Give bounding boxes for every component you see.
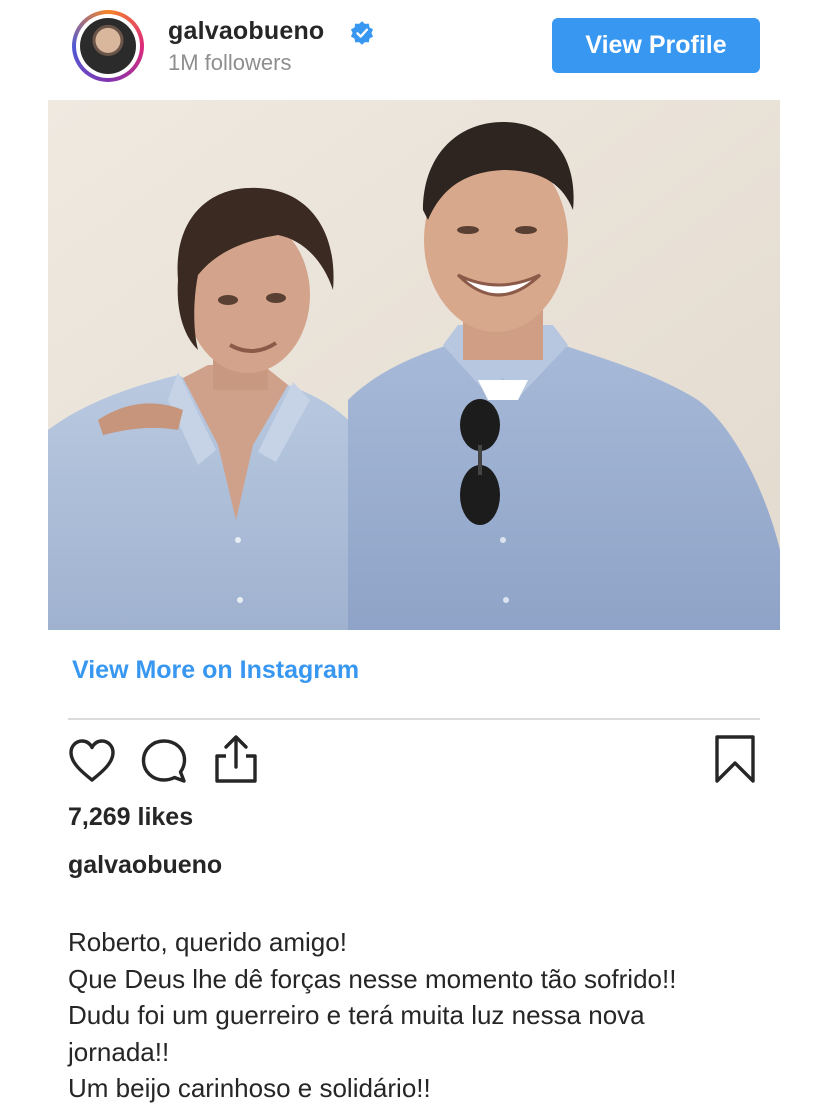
caption-username[interactable]: galvaobueno <box>68 851 222 880</box>
view-profile-button[interactable]: View Profile <box>552 18 760 73</box>
share-icon[interactable] <box>212 734 260 784</box>
caption-line: Um beijo carinhoso e solidário!! <box>68 1073 431 1103</box>
post-caption: Roberto, querido amigo! Que Deus lhe dê … <box>68 924 788 1105</box>
post-photo[interactable] <box>48 100 780 630</box>
caption-line: jornada!! <box>68 1036 170 1067</box>
profile-username[interactable]: galvaobueno <box>168 17 324 46</box>
caption-line: Que Deus lhe dê forças nesse momento tão… <box>68 963 677 994</box>
like-count[interactable]: 7,269 likes <box>68 803 193 832</box>
post-image <box>48 100 780 630</box>
avatar <box>80 18 136 74</box>
instagram-embed: galvaobueno 1M followers View Profile Vi… <box>0 0 828 1105</box>
divider <box>68 718 760 720</box>
caption-line: Roberto, querido amigo! <box>68 927 347 957</box>
post-header: galvaobueno 1M followers View Profile <box>0 0 828 96</box>
follower-count: 1M followers <box>168 50 292 75</box>
heart-icon[interactable] <box>68 738 116 784</box>
verified-badge-icon <box>350 21 374 45</box>
view-more-on-instagram-link[interactable]: View More on Instagram <box>72 656 359 685</box>
comment-bubble-icon[interactable] <box>140 738 188 784</box>
bookmark-icon[interactable] <box>714 734 756 784</box>
avatar-ring[interactable] <box>72 10 144 82</box>
caption-line: Dudu foi um guerreiro e terá muita luz n… <box>68 1000 645 1030</box>
